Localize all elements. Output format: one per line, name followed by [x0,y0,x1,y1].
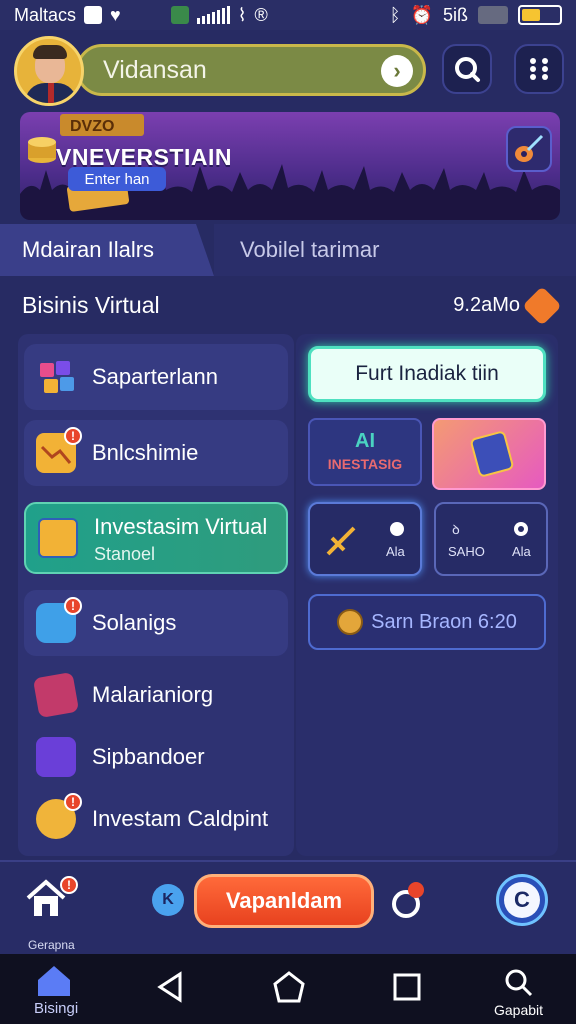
eye-icon [514,522,528,536]
pin-icon [390,522,404,536]
banner-top-text: DVZO [70,118,114,135]
stats-label-left: SAHO [448,544,485,559]
notification-icon [84,6,103,24]
home-icon [38,966,70,996]
menu-button[interactable] [514,44,564,94]
menu-label: Sipbandoer [92,744,205,769]
chevron-right-icon[interactable]: › [381,55,413,87]
gem-card[interactable] [432,418,546,490]
cubes-icon [36,357,76,397]
menu-item-bnlcshimie[interactable]: ! Bnlcshimie [24,420,288,486]
grid-menu-icon [530,58,548,80]
section-count: 9.2aMo [453,294,520,316]
active-menu-title: Investasim Virtual [94,514,268,539]
system-nav-bar: Bisingi Gapabit [0,954,576,1024]
notification-badge: ! [64,793,82,811]
guitar-icon[interactable] [506,126,552,172]
ai-card-title: AI [355,430,375,452]
section-header: Bisinis Virtual 9.2aMo [22,286,562,326]
stats-card[interactable]: ꝺ SAHO Ala [434,502,548,576]
box-icon: ! [36,597,82,643]
carrier-text: Maltacs [14,4,77,25]
promo-banner[interactable]: DVZO VNEVERSTIAIN Enter han [20,112,560,220]
menu-item-malarianiorg[interactable]: Malarianiorg [24,662,288,728]
bottom-bar: ! Gerapna K Vapanldam C [0,860,576,954]
sarn-braon-button[interactable]: Sarn Braon 6:20 [308,594,546,650]
menu-item-sipbandoer[interactable]: Sipbandoer [24,724,288,790]
nav-search[interactable]: Gapabit [494,966,544,1020]
document-icon [38,518,78,558]
search-icon [505,969,533,997]
username: Vidansan [103,55,207,84]
signal-icon [196,6,230,24]
notification-badge: ! [60,876,78,894]
username-pill[interactable]: Vidansan › [76,44,426,96]
c-button[interactable]: C [496,874,548,926]
r-icon: ® [254,4,268,25]
menu-label: Saparterlann [92,364,218,389]
menu-item-solanigs[interactable]: ! Solanigs [24,590,288,656]
tab-mdairan[interactable]: Mdairan Ilalrs [0,224,214,276]
network-text: 5iß [442,4,468,25]
ai-card-subtitle: INESTASIG [327,456,403,472]
card-label: Ala [386,544,405,559]
tabs: Vobilel tarimar Mdairan Ilalrs [0,224,576,276]
primary-action-button[interactable]: Furt Inadiak tiin [308,346,546,402]
banner-subtitle-button[interactable]: Enter han [68,167,166,191]
back-icon[interactable] [154,970,188,1004]
coin-icon [337,609,364,635]
active-menu-subtitle: Stanoel [94,544,156,564]
nfc-icon [478,6,508,24]
k-button[interactable]: K [152,884,184,916]
nav-home-label: Bisingi [34,1000,79,1017]
menu-label: Malarianiorg [92,682,214,707]
sword-card[interactable]: Ala [308,502,422,576]
nav-search-label: Gapabit [494,1002,544,1018]
diamond-icon[interactable] [522,286,562,326]
heart-icon: ♥ [110,4,121,25]
menu-item-investasim-virtual[interactable]: Investasim Virtual Stanoel [24,502,288,574]
search-button[interactable] [442,44,492,94]
wifi-icon: ⌇ [237,4,247,25]
c-label: C [504,882,540,918]
menu-label: Investam Caldpint [92,806,269,831]
battery-icon [518,5,562,25]
menu-item-saparterlann[interactable]: Saparterlann [24,344,288,410]
menu-item-investam-caldpint[interactable]: ! Investam Caldpint [24,786,288,852]
home-circle-icon[interactable] [272,970,306,1004]
recents-icon[interactable] [390,970,424,1004]
status-bar: Maltacs ♥ ⌇ ® ᛒ ⏰ 5iß [0,0,576,30]
nav-home[interactable]: Bisingi [34,964,84,1018]
gem-icon [469,430,515,478]
bluetooth-icon: ᛒ [389,4,401,25]
cta-button[interactable]: Vapanldam [194,874,374,928]
alarm-icon: ⏰ [410,4,433,25]
section-title: Bisinis Virtual [22,292,160,318]
book-icon [32,671,80,719]
home-label: Gerapna [28,938,75,952]
chart-icon: ! [36,427,82,473]
help-icon[interactable] [388,882,428,922]
ai-card[interactable]: AI INESTASIG [308,418,422,486]
menu-label: Bnlcshimie [92,440,199,465]
sword-icon [326,526,356,556]
cube-icon [36,737,76,777]
top-bar: Vidansan › [0,30,576,108]
coin-icon: ! [36,793,82,839]
stats-top: ꝺ [452,522,460,537]
stats-label-right: Ala [512,544,531,559]
tab-vobilel[interactable]: Vobilel tarimar [214,224,576,276]
notification-badge: ! [64,427,82,445]
search-icon [455,57,480,82]
home-shortcut[interactable]: ! Gerapna [24,876,80,952]
avatar[interactable] [14,36,84,106]
notification-badge: ! [64,597,82,615]
menu-label: Solanigs [92,610,177,635]
app-icon [170,6,189,24]
